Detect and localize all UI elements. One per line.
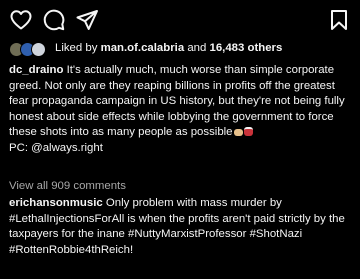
likes-summary: Liked by man.of.calabria and 16,483 othe… <box>55 42 283 55</box>
action-bar <box>9 8 351 32</box>
comment-username[interactable]: erichansonmusic <box>9 197 103 209</box>
likes-count[interactable]: 16,483 others <box>210 42 283 54</box>
comment-icon[interactable] <box>42 8 66 32</box>
caption-username[interactable]: dc_draino <box>9 64 63 76</box>
post-caption: dc_draino It's actually much, much worse… <box>9 63 351 157</box>
comment-item: erichansonmusic Only problem with mass m… <box>9 196 351 258</box>
liker-username[interactable]: man.of.calabria <box>101 42 185 54</box>
heart-icon[interactable] <box>9 8 33 32</box>
bookmark-icon[interactable] <box>327 8 351 32</box>
send-icon[interactable] <box>75 8 99 32</box>
avatar <box>31 42 46 57</box>
flexed-biceps-emoji <box>233 129 243 137</box>
likes-row: Liked by man.of.calabria and 16,483 othe… <box>9 40 354 58</box>
liker-avatars[interactable] <box>9 42 47 57</box>
caption-credit: PC: @always.right <box>9 141 103 154</box>
us-flag-emoji <box>243 127 253 137</box>
view-all-comments-link[interactable]: View all 909 comments <box>9 179 126 195</box>
